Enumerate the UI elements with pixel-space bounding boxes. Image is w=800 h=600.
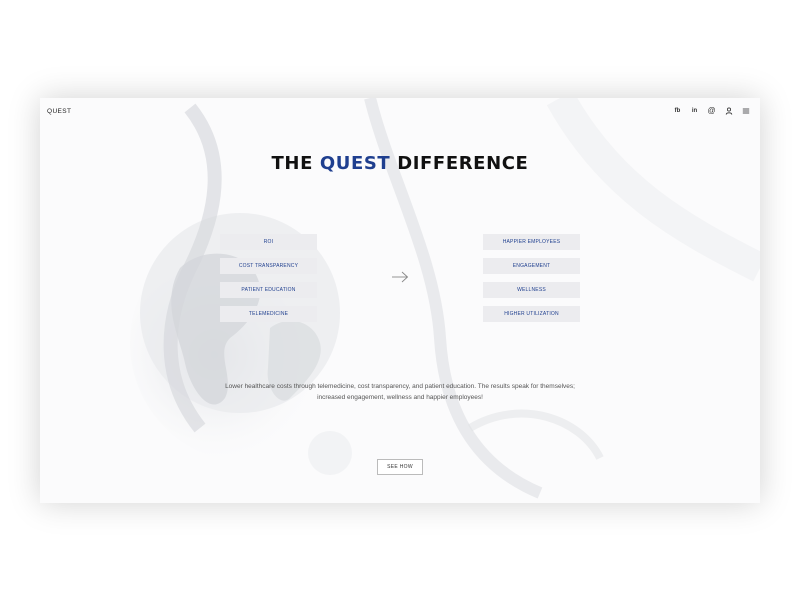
title-suffix: DIFFERENCE bbox=[390, 153, 529, 174]
right-item-higher-utilization: HIGHER UTILIZATION bbox=[483, 306, 580, 322]
brand-logo[interactable]: QUEST bbox=[47, 108, 71, 115]
title-prefix: THE bbox=[271, 153, 320, 174]
social-icons: fb in @ bbox=[673, 106, 750, 115]
left-item-telemedicine: TELEMEDICINE bbox=[220, 306, 317, 322]
user-icon[interactable] bbox=[724, 106, 733, 115]
email-icon[interactable]: @ bbox=[707, 106, 716, 115]
left-item-cost-transparency: COST TRANSPARENCY bbox=[220, 258, 317, 274]
arrow-right-icon bbox=[392, 271, 409, 283]
left-item-roi: ROI bbox=[220, 234, 317, 250]
facebook-icon[interactable]: fb bbox=[673, 106, 682, 115]
see-how-button[interactable]: SEE HOW bbox=[377, 459, 423, 475]
title-accent: QUEST bbox=[319, 153, 391, 174]
right-item-wellness: WELLNESS bbox=[483, 282, 580, 298]
benefits-left-list: ROI COST TRANSPARENCY PATIENT EDUCATION … bbox=[220, 234, 317, 322]
right-item-happier-employees: HAPPIER EMPLOYEES bbox=[483, 234, 580, 250]
menu-icon[interactable] bbox=[741, 106, 750, 115]
linkedin-icon[interactable]: in bbox=[690, 106, 699, 115]
benefits-right-list: HAPPIER EMPLOYEES ENGAGEMENT WELLNESS HI… bbox=[483, 234, 580, 322]
description-text: Lower healthcare costs through telemedic… bbox=[225, 383, 575, 401]
page-title: THE QUEST DIFFERENCE bbox=[40, 153, 760, 174]
left-item-patient-education: PATIENT EDUCATION bbox=[220, 282, 317, 298]
right-item-engagement: ENGAGEMENT bbox=[483, 258, 580, 274]
page-frame: QUEST fb in @ THE QUEST DIFFERENCE ROI C… bbox=[40, 98, 760, 503]
top-navigation-bar: QUEST fb in @ bbox=[40, 98, 760, 126]
